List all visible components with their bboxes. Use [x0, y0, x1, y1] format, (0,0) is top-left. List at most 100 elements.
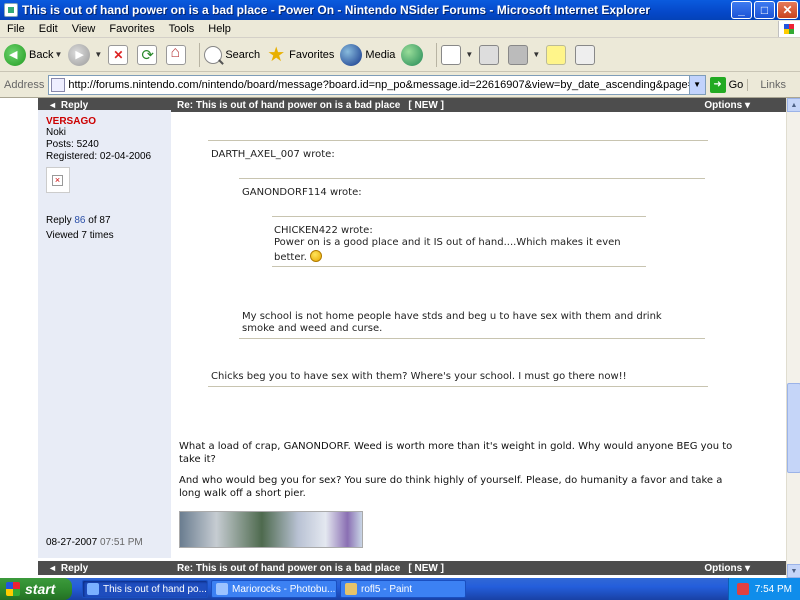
post-paragraph-1-line2: take it?: [179, 454, 216, 465]
toolbar-separator: [436, 42, 438, 67]
reply-number-link[interactable]: 86: [74, 215, 85, 226]
close-button[interactable]: ✕: [777, 1, 798, 19]
menu-file[interactable]: File: [0, 23, 32, 35]
options-menu[interactable]: Options ▾: [704, 100, 786, 111]
forward-button[interactable]: ▼: [68, 43, 102, 66]
mail-button[interactable]: ▼: [441, 44, 473, 65]
post-footer-bar: ◄ Reply Re: This is out of hand power on…: [38, 561, 786, 575]
page-content: ◄ Reply Re: This is out of hand power on…: [0, 98, 786, 578]
menu-bar: File Edit View Favorites Tools Help: [0, 20, 800, 38]
post-timestamp: 08-27-2007 07:51 PM: [46, 537, 143, 548]
stop-button[interactable]: [108, 44, 131, 65]
post-paragraph-2-line1: And who would beg you for sex? You sure …: [179, 475, 723, 486]
quote-divider: [208, 140, 708, 141]
menu-edit[interactable]: Edit: [32, 23, 65, 35]
favorites-label: Favorites: [289, 48, 335, 61]
system-tray: 7:54 PM: [727, 578, 800, 600]
address-url[interactable]: http://forums.nintendo.com/nintendo/boar…: [68, 79, 688, 91]
chevron-down-icon[interactable]: ▼: [94, 50, 102, 59]
address-input[interactable]: http://forums.nintendo.com/nintendo/boar…: [48, 74, 706, 95]
home-button[interactable]: [166, 44, 189, 65]
paint-icon: [345, 583, 357, 595]
media-button[interactable]: Media: [340, 43, 396, 66]
broken-image-icon: ×: [52, 175, 63, 186]
chevron-down-icon[interactable]: ▼: [54, 50, 62, 59]
quote-divider: [239, 178, 705, 179]
menu-view[interactable]: View: [65, 23, 103, 35]
task-label: This is out of hand po...: [103, 583, 207, 595]
address-label: Address: [4, 78, 45, 91]
edit-button[interactable]: ▼: [508, 44, 540, 65]
maximize-button[interactable]: □: [754, 1, 775, 19]
vertical-scrollbar[interactable]: ▲ ▼: [786, 98, 800, 578]
media-label: Media: [365, 48, 396, 61]
chevron-down-icon[interactable]: ▼: [465, 50, 473, 59]
reply-count: Reply 86 of 87: [46, 215, 163, 227]
media-icon: [340, 43, 363, 66]
menu-tools[interactable]: Tools: [162, 23, 202, 35]
discuss-button[interactable]: [546, 44, 569, 65]
star-icon: ★: [267, 43, 286, 66]
go-label: Go: [728, 78, 744, 91]
task-ie[interactable]: This is out of hand po...: [82, 580, 208, 598]
minimize-button[interactable]: _: [731, 1, 752, 19]
options-label: Options: [704, 562, 743, 574]
messenger-icon: [575, 44, 596, 65]
post-paragraph-2-line2: long walk off a short pier.: [179, 488, 306, 499]
new-badge: [ NEW ]: [408, 562, 444, 574]
stop-icon: [108, 44, 129, 65]
task-list: This is out of hand po... Mariorocks - P…: [82, 580, 728, 598]
start-button[interactable]: start: [0, 578, 72, 600]
tray-icon[interactable]: [736, 583, 749, 595]
quote-divider: [272, 266, 646, 267]
chevron-down-icon: ▾: [744, 562, 750, 574]
quote-text-3-line1: Power on is a good place and it IS out o…: [274, 237, 621, 248]
refresh-button[interactable]: [137, 44, 160, 65]
menu-favorites[interactable]: Favorites: [102, 23, 161, 35]
author-posts: Posts: 5240: [46, 139, 99, 150]
toolbar-separator: [199, 42, 201, 67]
quote-divider: [272, 216, 646, 217]
scroll-up-icon[interactable]: ▲: [787, 98, 800, 112]
refresh-icon: [137, 44, 158, 65]
chevron-down-icon[interactable]: ▼: [532, 50, 540, 59]
post-paragraph-1: What a load of crap, GANONDORF. Weed is …: [179, 440, 751, 466]
quote-author-1: DARTH_AXEL_007 wrote:: [211, 149, 335, 160]
post-time: 07:51 PM: [99, 537, 143, 548]
author-name[interactable]: VERSAGO: [46, 116, 163, 127]
toolbar: Back ▼ ▼ Search ★ Favorites Media ▼ ▼: [0, 38, 800, 72]
start-label: start: [25, 581, 56, 597]
chevron-down-icon[interactable]: ▼: [688, 75, 705, 94]
post-subject: Re: This is out of hand power on is a ba…: [171, 563, 704, 574]
links-button[interactable]: Links: [747, 78, 800, 91]
printer-icon: [479, 44, 500, 65]
task-photobucket[interactable]: Mariorocks - Photobu...: [211, 580, 337, 598]
favorites-button[interactable]: ★ Favorites: [266, 44, 334, 66]
history-button[interactable]: [401, 43, 426, 66]
back-arrow-icon: [4, 43, 26, 66]
search-button[interactable]: Search: [204, 45, 260, 64]
new-badge: [ NEW ]: [408, 99, 444, 111]
scroll-thumb[interactable]: [787, 383, 800, 473]
messenger-button[interactable]: [575, 44, 598, 65]
author-registered: Registered: 02-04-2006: [46, 151, 152, 162]
reply-link[interactable]: ◄ Reply: [38, 563, 171, 574]
search-icon: [204, 45, 223, 64]
windows-logo-icon: [778, 20, 800, 37]
options-menu[interactable]: Options ▾: [704, 563, 786, 574]
back-button[interactable]: Back ▼: [4, 43, 62, 66]
avatar: ×: [46, 167, 70, 193]
home-icon: [166, 44, 187, 65]
print-button[interactable]: [479, 44, 502, 65]
reply-suffix: of 87: [88, 215, 111, 226]
ie-icon: [87, 583, 99, 595]
task-label: Mariorocks - Photobu...: [232, 583, 336, 595]
title-bar: This is out of hand power on is a bad pl…: [0, 0, 800, 20]
menu-help[interactable]: Help: [201, 23, 238, 35]
forward-arrow-icon: [68, 43, 91, 66]
scroll-down-icon[interactable]: ▼: [787, 564, 800, 578]
reply-link[interactable]: ◄ Reply: [38, 100, 171, 111]
task-paint[interactable]: rofl5 - Paint: [340, 580, 466, 598]
go-button[interactable]: ➜ Go: [709, 76, 744, 93]
quote-divider: [208, 386, 708, 387]
